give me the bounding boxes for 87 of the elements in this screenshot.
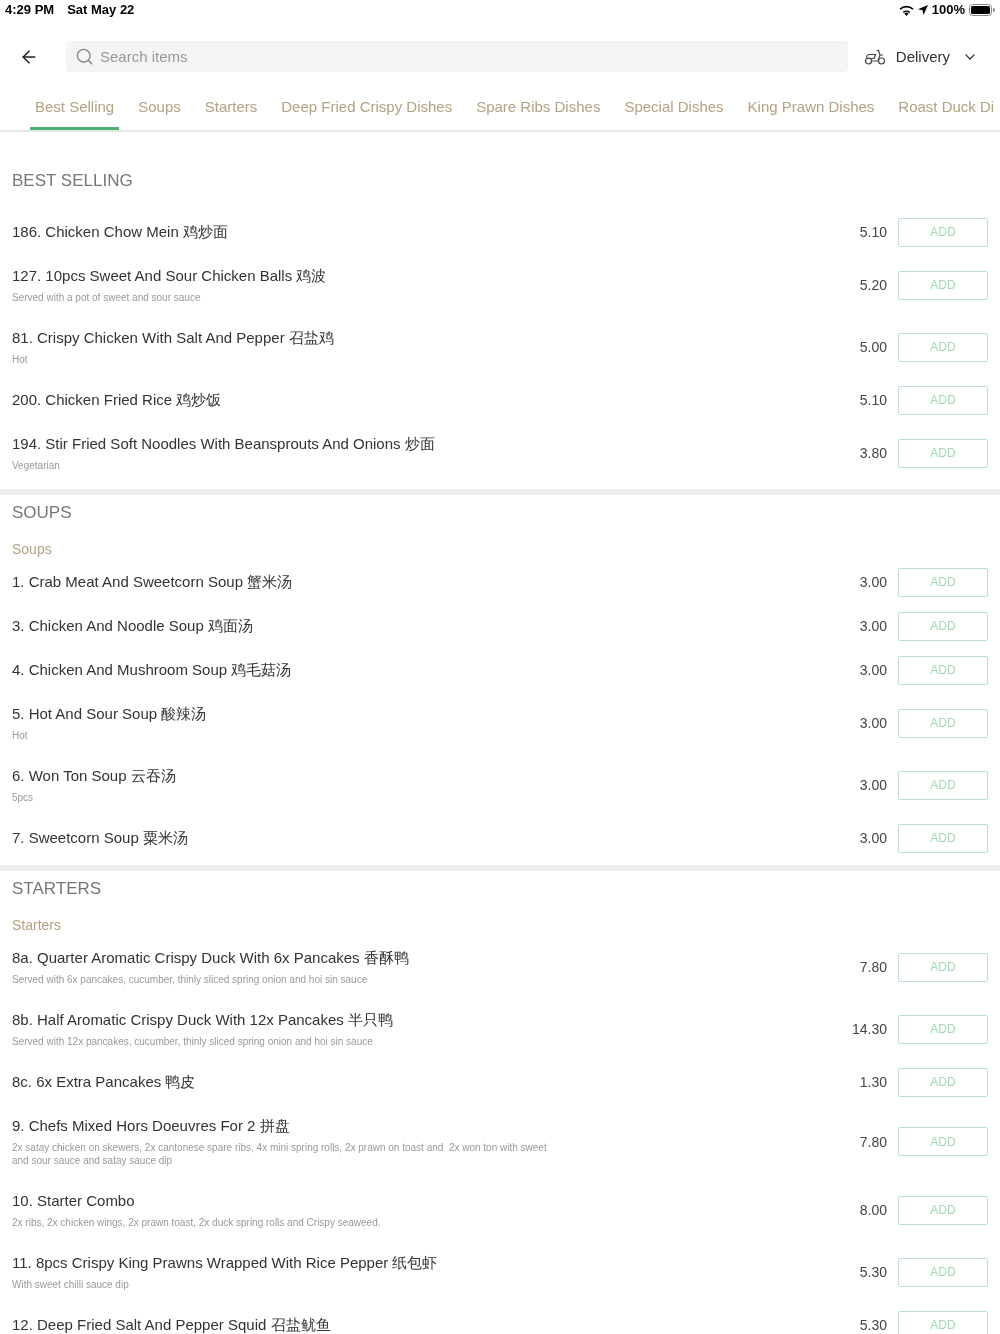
item-name: 8a. Quarter Aromatic Crispy Duck With 6x Pancakes 香酥鸭 [12,948,409,968]
item-name: 8c. 6x Extra Pancakes 鸭皮 [12,1072,196,1092]
item-name: 10. Starter Combo [12,1191,135,1211]
item-price: 5.30 [859,1317,887,1333]
item-name: 8b. Half Aromatic Crispy Duck With 12x Pancakes 半只鸭 [12,1010,393,1030]
scooter-icon [863,48,886,65]
item-price: 3.00 [859,662,887,678]
item-price: 3.80 [859,445,887,461]
item-name: 3. Chicken And Noodle Soup 鸡面汤 [12,616,253,636]
item-price: 5.10 [859,392,887,408]
add-button[interactable]: ADD [898,1195,988,1225]
item-description: 5pcs [12,791,34,804]
add-button[interactable]: ADD [898,332,988,362]
item-description: Hot [12,353,28,366]
item-name: 9. Chefs Mixed Hors Doeuvres For 2 拼盘 [12,1116,290,1136]
item-description: Hot [12,729,28,742]
item-price: 5.30 [859,1264,887,1280]
add-button[interactable]: ADD [898,270,988,300]
add-button[interactable]: ADD [898,438,988,468]
add-button[interactable]: ADD [898,770,988,800]
item-price: 5.10 [859,224,887,240]
add-button[interactable]: ADD [898,823,988,853]
category-tab[interactable]: Starters [199,97,263,130]
item-name: 7. Sweetcorn Soup 粟米汤 [12,828,188,848]
add-button[interactable]: ADD [898,385,988,415]
item-description: Served with 12x pancakes, cucumber, thinly sliced spring onion and hoi sin sauce [12,1035,373,1048]
item-name: 6. Won Ton Soup 云吞汤 [12,766,176,786]
item-name: 4. Chicken And Mushroom Soup 鸡毛菇汤 [12,660,292,680]
item-name: 1. Crab Meat And Sweetcorn Soup 蟹米汤 [12,572,293,592]
item-price: 7.80 [859,959,887,975]
item-price: 3.00 [859,574,887,590]
item-description: Served with a pot of sweet and sour sauce [12,291,201,304]
add-button[interactable]: ADD [898,1127,988,1156]
add-button[interactable]: ADD [898,708,988,738]
add-button[interactable]: ADD [898,1310,988,1334]
item-price: 5.20 [859,277,887,293]
category-tab[interactable]: King Prawn Dishes [742,97,880,130]
add-button[interactable]: ADD [898,655,988,685]
add-button[interactable]: ADD [898,611,988,641]
section-subtitle: Starters [12,917,61,933]
item-description: Vegetarian [12,459,60,472]
delivery-dropdown[interactable]: Delivery [863,48,978,65]
wifi-icon [898,4,914,16]
item-description: 2x ribs, 2x chicken wings, 2x prawn toast, 2x duck spring rolls and Crispy seaweed. [12,1216,381,1229]
category-tab[interactable]: Deep Fried Crispy Dishes [276,97,458,130]
item-name: 186. Chicken Chow Mein 鸡炒面 [12,222,228,242]
item-price: 3.00 [859,830,887,846]
add-button[interactable]: ADD [898,217,988,247]
search-icon [75,47,94,66]
item-name: 12. Deep Fried Salt And Pepper Squid 召盐鱿鱼 [12,1315,331,1334]
add-button[interactable]: ADD [898,952,988,982]
status-time: 4:29 PM [5,2,55,18]
item-price: 3.00 [859,715,887,731]
item-name: 200. Chicken Fried Rice 鸡炒饭 [12,390,222,410]
add-button[interactable]: ADD [898,1014,988,1044]
category-tab[interactable]: Roast Duck Di [893,97,1000,130]
add-button[interactable]: ADD [898,1257,988,1287]
item-price: 3.00 [859,777,887,793]
item-price: 14.30 [851,1021,887,1037]
category-tab[interactable]: Special Dishes [619,97,729,130]
item-description: Served with 6x pancakes, cucumber, thinly sliced spring onion and hoi sin sauce [12,973,368,986]
search-field[interactable]: Search items [66,41,848,72]
item-name: 127. 10pcs Sweet And Sour Chicken Balls 鸡波 [12,266,327,286]
battery-percentage: 100% [931,2,965,18]
item-name: 5. Hot And Sour Soup 酸辣汤 [12,704,207,724]
category-tab[interactable]: Soups [133,97,186,130]
category-tab[interactable]: Spare Ribs Dishes [471,97,606,130]
section-title: SOUPS [12,502,72,524]
item-name: 194. Stir Fried Soft Noodles With Beansprouts And Onions 炒面 [12,434,435,454]
item-name: 11. 8pcs Crispy King Prawns Wrapped With Rice Pepper 纸包虾 [12,1253,438,1273]
status-date: Sat May 22 [67,2,135,18]
location-arrow-icon [917,5,928,15]
item-name: 81. Crispy Chicken With Salt And Pepper 召盐鸡 [12,328,334,348]
battery-icon [969,4,995,16]
item-price: 8.00 [859,1202,887,1218]
add-button[interactable]: ADD [898,1067,988,1097]
item-price: 7.80 [859,1133,887,1150]
section-title: BEST SELLING [12,170,133,192]
item-price: 3.00 [859,618,887,634]
section-subtitle: Soups [12,541,52,557]
section-title: STARTERS [12,878,102,900]
item-description: 2x satay chicken on skewers, 2x cantonese spare ribs, 4x mini spring rolls, 2x prawn on toast and 2x won ton with sweet and sour sauce and satay sauce dip [12,1141,548,1167]
item-price: 1.30 [859,1074,887,1090]
item-price: 5.00 [859,339,887,355]
item-description: With sweet chilli sauce dip [12,1278,129,1291]
category-tab[interactable]: Best Selling [30,97,120,130]
add-button[interactable]: ADD [898,567,988,597]
